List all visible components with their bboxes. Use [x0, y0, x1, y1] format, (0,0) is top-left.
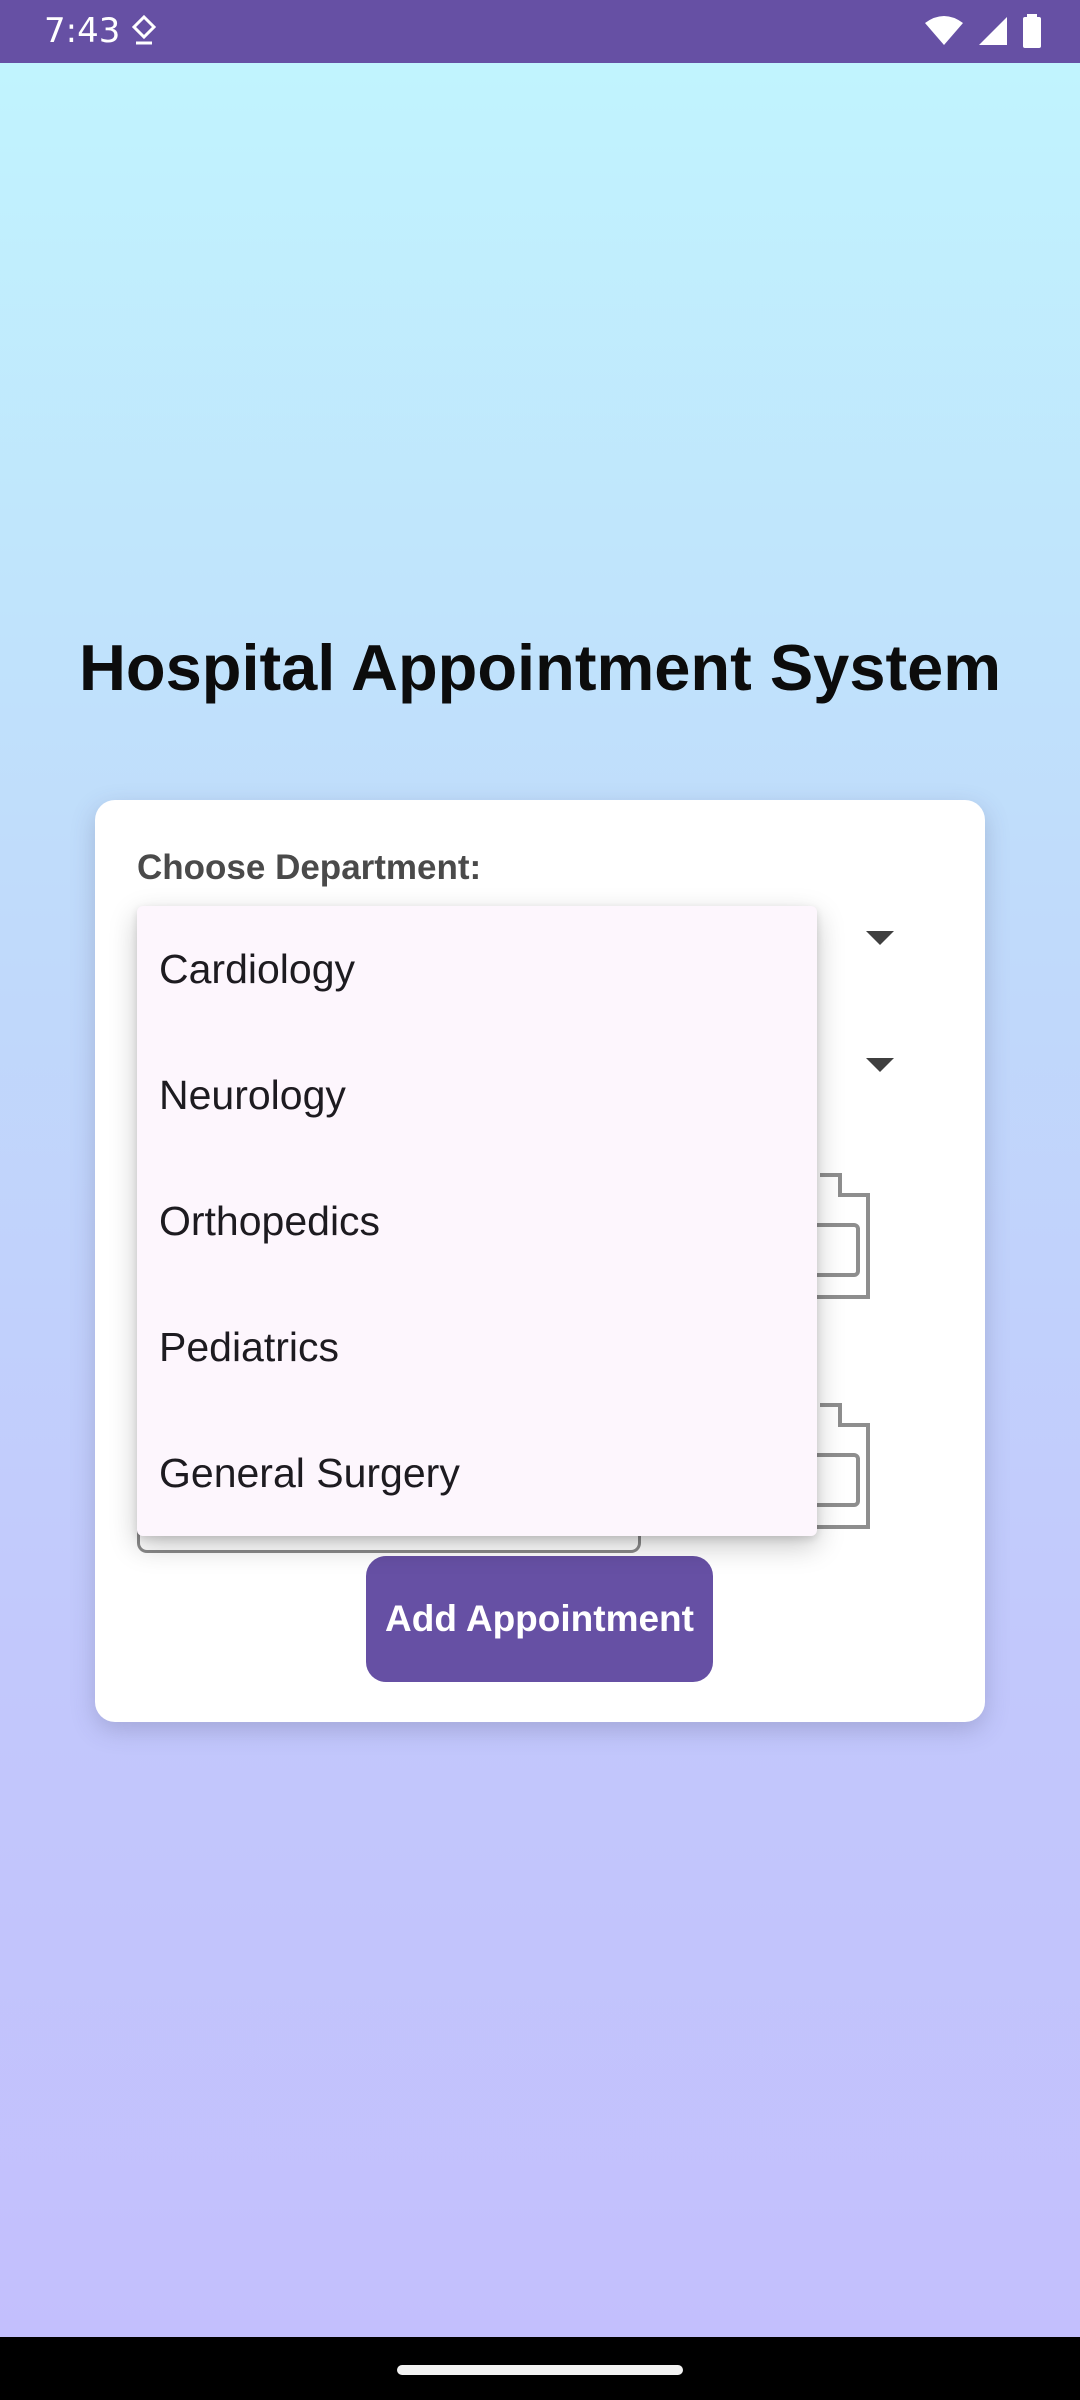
department-label: Choose Department: — [137, 848, 482, 887]
status-time: 7:43 — [44, 11, 121, 51]
doctor-dropdown-arrow-icon[interactable] — [866, 1058, 894, 1072]
dropdown-option-cardiology[interactable]: Cardiology — [137, 906, 817, 1032]
status-bar: 7:43 — [0, 0, 1080, 63]
department-dropdown-menu: Cardiology Neurology Orthopedics Pediatr… — [137, 906, 817, 1536]
dropdown-option-orthopedics[interactable]: Orthopedics — [137, 1158, 817, 1284]
department-dropdown-arrow-icon[interactable] — [866, 931, 894, 945]
battery-icon — [1023, 14, 1041, 48]
wifi-icon — [925, 16, 963, 45]
page-title: Hospital Appointment System — [78, 631, 1002, 704]
dropdown-option-general-surgery[interactable]: General Surgery — [137, 1410, 817, 1536]
home-gesture-handle[interactable] — [397, 2365, 683, 2375]
download-icon — [131, 14, 157, 45]
add-appointment-button[interactable]: Add Appointment — [366, 1556, 713, 1682]
signal-icon — [979, 17, 1007, 45]
dropdown-option-pediatrics[interactable]: Pediatrics — [137, 1284, 817, 1410]
dropdown-option-neurology[interactable]: Neurology — [137, 1032, 817, 1158]
